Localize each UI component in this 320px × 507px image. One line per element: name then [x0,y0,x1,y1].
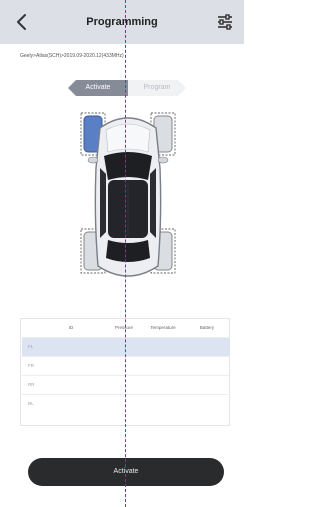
page-title: Programming [86,16,158,28]
column-header-id: ID [68,325,74,330]
car-top-view [80,112,176,277]
row-id: RL [28,401,34,406]
table-row[interactable]: FL [22,337,230,356]
top-bar: Programming [0,0,244,44]
tab-program[interactable]: Program [128,80,186,96]
activate-button[interactable]: Activate [28,458,224,486]
column-header-pressure: Pressure [114,325,133,330]
column-header-battery: Battery [199,325,215,330]
row-id: RR [28,382,35,387]
table-row[interactable]: RR [22,375,230,394]
row-id: FR [28,363,34,368]
row-id: FL [28,344,34,349]
settings-button[interactable] [216,13,234,31]
tab-activate[interactable]: Activate [68,80,128,96]
table-row[interactable]: FR [22,356,230,375]
vehicle-breadcrumb: Geely>Atlas(SCH)>2019.09-2020.12(433MHz) [20,53,124,59]
column-header-temperature: Temperature [150,325,176,330]
mode-switch: Activate Program [68,80,186,96]
sliders-icon [218,14,232,30]
center-guide-line [125,0,126,507]
table-row[interactable]: RL [22,394,230,413]
